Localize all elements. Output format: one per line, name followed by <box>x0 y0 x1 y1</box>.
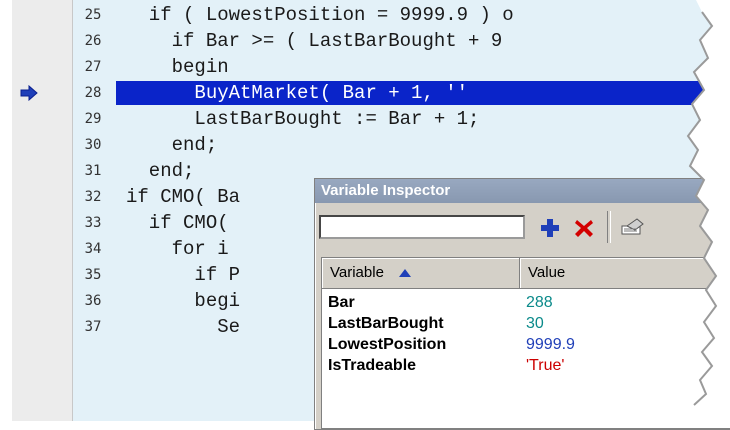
code-line[interactable]: 25 if ( LowestPosition = 9999.9 ) o <box>12 2 712 28</box>
toolbar-separator <box>607 211 611 243</box>
remove-variable-button[interactable] <box>569 213 599 243</box>
variable-value: 30 <box>526 315 544 332</box>
variable-row[interactable]: LowestPosition 9999.9 <box>322 334 730 355</box>
code-text: end; <box>126 134 218 156</box>
variable-input[interactable] <box>319 215 525 239</box>
variable-name: Bar <box>328 294 355 311</box>
variable-value: 'True' <box>526 357 565 374</box>
variable-name: LastBarBought <box>328 315 444 332</box>
code-line[interactable]: 26 if Bar >= ( LastBarBought + 9 <box>12 28 712 54</box>
line-number: 30 <box>84 137 102 153</box>
line-number: 37 <box>84 319 102 335</box>
code-text: end; <box>126 160 195 182</box>
code-line[interactable]: 27 begin <box>12 54 712 80</box>
line-number: 36 <box>84 293 102 309</box>
code-text: LastBarBought := Bar + 1; <box>126 108 480 130</box>
line-number: 27 <box>84 59 102 75</box>
variable-row[interactable]: LastBarBought 30 <box>322 313 730 334</box>
code-text: Se <box>126 316 241 338</box>
line-number: 34 <box>84 241 102 257</box>
line-number: 26 <box>84 33 102 49</box>
code-text: if P <box>126 264 241 286</box>
code-text: if CMO( <box>126 212 229 234</box>
line-number: 25 <box>84 7 102 23</box>
code-text: for i <box>126 238 229 260</box>
column-value[interactable]: Value <box>520 258 730 288</box>
line-number: 31 <box>84 163 102 179</box>
clear-button[interactable] <box>617 213 647 243</box>
variable-name: LowestPosition <box>328 336 447 353</box>
code-text: begin <box>126 56 229 78</box>
code-line[interactable]: 30 end; <box>12 132 712 158</box>
column-variable[interactable]: Variable <box>322 258 520 288</box>
code-line[interactable]: 28 BuyAtMarket( Bar + 1, '' <box>12 80 712 106</box>
code-text: if ( LowestPosition = 9999.9 ) o <box>126 4 514 26</box>
variable-row[interactable]: Bar 288 <box>322 292 730 313</box>
execution-arrow-icon <box>20 85 38 101</box>
window-title: Variable Inspector <box>315 179 730 203</box>
code-line[interactable]: 29 LastBarBought := Bar + 1; <box>12 106 712 132</box>
code-text: if Bar >= ( LastBarBought + 9 <box>126 30 503 52</box>
red-x-icon <box>575 220 593 237</box>
line-number: 35 <box>84 267 102 283</box>
variable-row[interactable]: IsTradeable 'True' <box>322 355 730 376</box>
inspector-toolbar <box>315 203 730 249</box>
variable-name: IsTradeable <box>328 357 417 374</box>
list-header: Variable Value <box>322 258 730 289</box>
line-number: 28 <box>84 85 102 101</box>
variable-value: 9999.9 <box>526 336 575 353</box>
variable-inspector-window[interactable]: Variable Inspector Variable Value Bar 28… <box>314 178 730 430</box>
plus-icon <box>541 219 559 237</box>
eraser-icon <box>621 218 644 235</box>
code-text: BuyAtMarket( Bar + 1, '' <box>126 82 469 104</box>
variable-value: 288 <box>526 294 553 311</box>
code-text: if CMO( Ba <box>126 186 241 208</box>
line-number: 32 <box>84 189 102 205</box>
line-number: 29 <box>84 111 102 127</box>
column-value-label: Value <box>528 264 566 281</box>
code-text: begi <box>126 290 241 312</box>
variable-list[interactable]: Variable Value Bar 288 LastBarBought 30 Lowe… <box>321 257 730 429</box>
sort-ascending-icon <box>399 269 412 278</box>
add-variable-button[interactable] <box>535 213 565 243</box>
column-variable-label: Variable <box>330 264 384 281</box>
line-number: 33 <box>84 215 102 231</box>
